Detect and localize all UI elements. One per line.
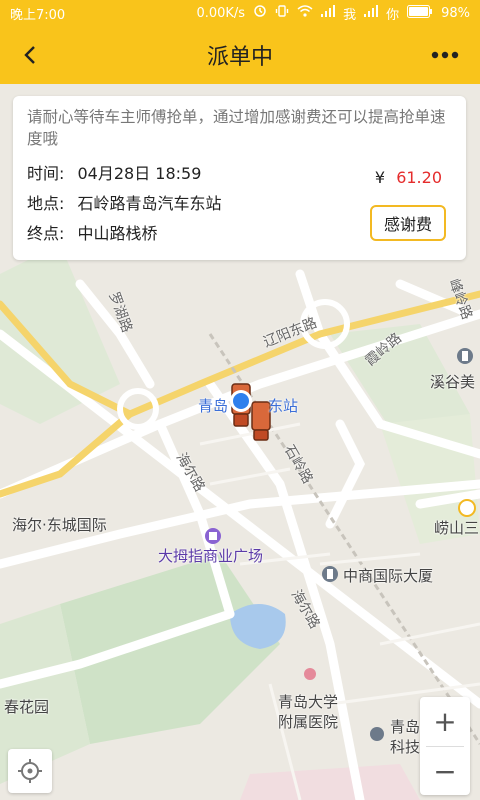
status-bar: 晚上7:00 0.00K/s 我 你 98% bbox=[0, 0, 480, 26]
map-label-laoshan: 崂山三 bbox=[434, 519, 480, 537]
map-label-damuzhi-plaza: 大拇指商业广场 bbox=[158, 547, 264, 565]
map-label-hospital-line1: 青岛大学 bbox=[278, 693, 339, 711]
origin-label: 地点: bbox=[27, 194, 65, 213]
battery-level: 98% bbox=[441, 5, 470, 21]
more-dots-icon bbox=[431, 51, 459, 59]
more-button[interactable] bbox=[426, 36, 464, 74]
destination-row: 终点: 中山路栈桥 bbox=[27, 220, 158, 244]
origin-value: 石岭路青岛汽车东站 bbox=[77, 194, 222, 213]
map-label-haier-dongcheng: 海尔·东城国际 bbox=[12, 516, 107, 534]
page-title: 派单中 bbox=[206, 45, 273, 70]
map-label-zhongshang-tower: 中商国际大厦 bbox=[343, 567, 434, 585]
crosshair-icon bbox=[18, 759, 42, 783]
waiting-notice: 请耐心等待车主师傅抢单，通过增加感谢费还可以提高抢单速度哦 bbox=[27, 108, 446, 148]
signal-icon-2 bbox=[364, 5, 379, 21]
price-display: ¥ 61.20 bbox=[375, 168, 442, 187]
app-header: 派单中 bbox=[0, 26, 480, 84]
vibrate-icon bbox=[275, 4, 289, 22]
carrier-label-1: 我 bbox=[343, 7, 357, 23]
zoom-controls: + − bbox=[420, 697, 470, 795]
time-row: 时间: 04月28日 18:59 bbox=[27, 160, 201, 184]
current-location-marker bbox=[230, 390, 252, 412]
destination-label: 终点: bbox=[27, 224, 65, 243]
hospital-poi-icon bbox=[304, 668, 316, 680]
chevron-left-icon bbox=[24, 46, 35, 64]
status-time: 晚上7:00 bbox=[10, 7, 66, 23]
map-label-chunhua-garden: 春花园 bbox=[4, 698, 50, 716]
network-speed: 0.00K/s bbox=[196, 5, 246, 21]
map-label-station-b: 东站 bbox=[268, 397, 299, 415]
zoom-out-button[interactable]: − bbox=[420, 747, 470, 796]
battery-icon bbox=[407, 4, 433, 22]
building-poi-icon-3 bbox=[370, 727, 384, 741]
time-label: 时间: bbox=[27, 164, 65, 183]
alarm-icon bbox=[253, 4, 267, 22]
locate-button[interactable] bbox=[8, 749, 52, 793]
price-amount: 61.20 bbox=[396, 168, 442, 187]
order-info-card: 请耐心等待车主师傅抢单，通过增加感谢费还可以提高抢单速度哦 时间: 04月28日… bbox=[13, 96, 466, 260]
building-poi-icon bbox=[322, 566, 338, 582]
carrier-label-2: 你 bbox=[386, 7, 400, 23]
bus-poi-icon bbox=[458, 499, 476, 517]
zoom-in-button[interactable]: + bbox=[420, 697, 470, 746]
map-label-keji-line1: 青岛 bbox=[390, 718, 421, 736]
back-button[interactable] bbox=[12, 36, 50, 74]
map-label-hospital-line2: 附属医院 bbox=[278, 713, 339, 731]
building-poi-icon-2 bbox=[457, 348, 473, 364]
time-value: 04月28日 18:59 bbox=[77, 164, 202, 183]
map-label-keji-line2: 科技 bbox=[390, 738, 421, 756]
wifi-icon bbox=[297, 4, 313, 22]
destination-value: 中山路栈桥 bbox=[77, 224, 158, 243]
map-label-station-a: 青岛 bbox=[198, 397, 229, 415]
map-label-xigu: 溪谷美 bbox=[430, 373, 476, 391]
thanks-fee-button[interactable]: 感谢费 bbox=[370, 205, 446, 241]
origin-row: 地点: 石岭路青岛汽车东站 bbox=[27, 190, 222, 214]
shopping-poi-icon bbox=[205, 528, 221, 544]
currency-symbol: ¥ bbox=[374, 168, 386, 187]
signal-icon-1 bbox=[321, 5, 336, 21]
